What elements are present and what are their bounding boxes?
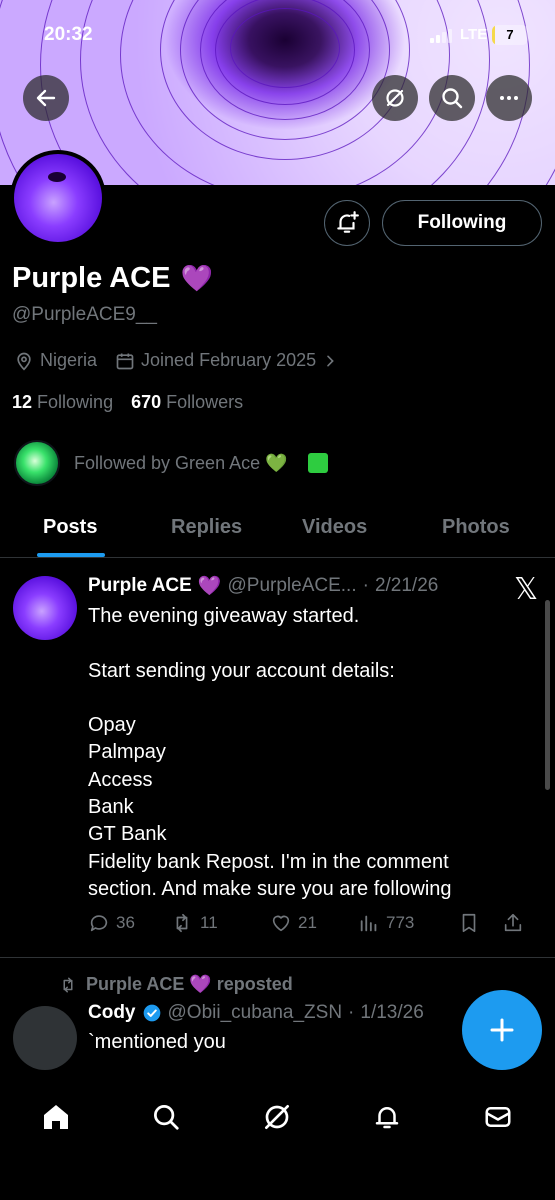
post-divider [0, 957, 555, 958]
scrollbar[interactable] [545, 600, 550, 790]
bell-icon [375, 1107, 399, 1129]
profile-handle: @PurpleACE9__ [12, 304, 157, 325]
network-label: LTE [460, 26, 488, 43]
search-button[interactable] [429, 75, 475, 121]
like-button[interactable]: 21 [270, 912, 358, 934]
status-time: 20:32 [44, 24, 93, 45]
bookmark-button[interactable] [458, 912, 502, 934]
followers-count-link[interactable]: 670 Followers [131, 392, 243, 413]
profile-avatar[interactable] [10, 150, 106, 246]
post-separator: · [348, 1002, 355, 1023]
views-button[interactable]: 773 [358, 912, 458, 934]
grok-button[interactable] [372, 75, 418, 121]
calendar-icon [116, 353, 134, 369]
followed-by-text: Followed by Green Ace 💚 [74, 452, 288, 473]
post-author[interactable]: Purple ACE [88, 575, 192, 597]
following-count: 12 [12, 392, 33, 412]
post-actions: 36 11 21 773 [88, 912, 538, 934]
grok-icon [265, 1105, 289, 1129]
more-button[interactable] [486, 75, 532, 121]
search-icon [442, 88, 463, 109]
arrow-left-icon [36, 89, 56, 107]
green-square-emoji [307, 453, 328, 473]
tab-videos[interactable]: Videos [302, 516, 367, 539]
view-count: 773 [386, 913, 415, 932]
repost-icon [63, 977, 73, 992]
nav-search[interactable] [149, 1100, 183, 1134]
repost-label: Purple ACE 💜 reposted [86, 974, 293, 994]
search-icon [154, 1105, 179, 1130]
following-button[interactable]: Following [382, 200, 542, 246]
heart-icon [272, 915, 290, 932]
profile-meta: Nigeria Joined February 2025 [14, 350, 356, 371]
nav-home[interactable] [39, 1100, 73, 1134]
location-pin-icon [17, 352, 31, 371]
tab-replies[interactable]: Replies [171, 516, 242, 539]
mail-icon [485, 1107, 511, 1127]
post-author[interactable]: Cody [88, 1002, 136, 1024]
plus-icon [490, 1018, 514, 1042]
x-logo-icon: 𝕏 [514, 572, 539, 607]
profile-name-text: Purple ACE [12, 262, 171, 294]
bookmark-icon [462, 913, 476, 933]
reply-count: 36 [116, 913, 135, 932]
share-button[interactable] [502, 912, 524, 934]
reply-icon [90, 915, 108, 932]
post-body[interactable]: `mentioned you [88, 1031, 226, 1054]
post-author-emoji: 💜 [197, 576, 222, 597]
nav-notifications[interactable] [370, 1100, 404, 1134]
back-button[interactable] [23, 75, 69, 121]
post-handle[interactable]: @Obii_cubana_ZSN [168, 1002, 343, 1024]
post-header: Purple ACE 💜 @PurpleACE... · 2/21/26 [88, 574, 438, 598]
profile-name: Purple ACE 💜 [12, 262, 213, 295]
bell-plus-icon [337, 211, 359, 233]
grok-icon [386, 89, 404, 107]
location: Nigeria [14, 350, 97, 371]
followers-label: Followers [166, 392, 244, 412]
profile-tabs: Posts Replies Videos Photos [0, 500, 555, 558]
compose-button[interactable] [462, 990, 542, 1070]
nav-messages[interactable] [481, 1100, 515, 1134]
verified-badge-icon [143, 1004, 160, 1022]
status-bar: 20:32 LTE 7 [0, 0, 555, 70]
like-count: 21 [298, 913, 317, 932]
following-label: Following [37, 392, 114, 412]
followers-count: 670 [131, 392, 162, 412]
location-text: Nigeria [40, 350, 98, 370]
active-tab-indicator [37, 553, 105, 557]
post-avatar[interactable] [13, 1006, 77, 1070]
nav-grok[interactable] [260, 1100, 294, 1134]
tab-photos[interactable]: Photos [442, 516, 510, 539]
post-body[interactable]: The evening giveaway started. Start send… [88, 603, 498, 903]
repost-icon [176, 913, 188, 933]
follower-avatar [14, 440, 60, 486]
signal-icon [430, 29, 452, 43]
tab-posts[interactable]: Posts [43, 516, 97, 539]
reply-button[interactable]: 36 [88, 912, 170, 934]
follow-counts: 12 Following 670 Followers [12, 392, 243, 413]
joined-date[interactable]: Joined February 2025 [115, 350, 338, 371]
views-icon [360, 915, 377, 932]
post-handle[interactable]: @PurpleACE... [228, 575, 357, 597]
purple-heart-emoji: 💜 [180, 263, 213, 293]
battery-level: 7 [506, 27, 514, 42]
share-icon [504, 913, 522, 932]
repost-count: 11 [200, 913, 218, 932]
post-date[interactable]: 2/21/26 [375, 575, 438, 597]
post-header: Cody @Obii_cubana_ZSN · 1/13/26 [88, 1002, 424, 1024]
repost-button[interactable]: 11 [170, 912, 270, 934]
home-icon [44, 1105, 68, 1129]
following-count-link[interactable]: 12 Following [12, 392, 113, 413]
followed-by[interactable]: Followed by Green Ace 💚 [14, 440, 328, 486]
notifications-subscribe-button[interactable] [324, 200, 370, 246]
more-icon [500, 96, 518, 100]
post-avatar[interactable] [13, 576, 77, 640]
post-separator: · [362, 575, 369, 596]
joined-text: Joined February 2025 [141, 350, 317, 370]
battery-icon: 7 [492, 25, 528, 45]
repost-indicator[interactable]: Purple ACE 💜 reposted [58, 974, 293, 995]
post-date[interactable]: 1/13/26 [360, 1002, 423, 1024]
chevron-right-icon [327, 355, 334, 366]
bottom-navigation [0, 1080, 555, 1200]
